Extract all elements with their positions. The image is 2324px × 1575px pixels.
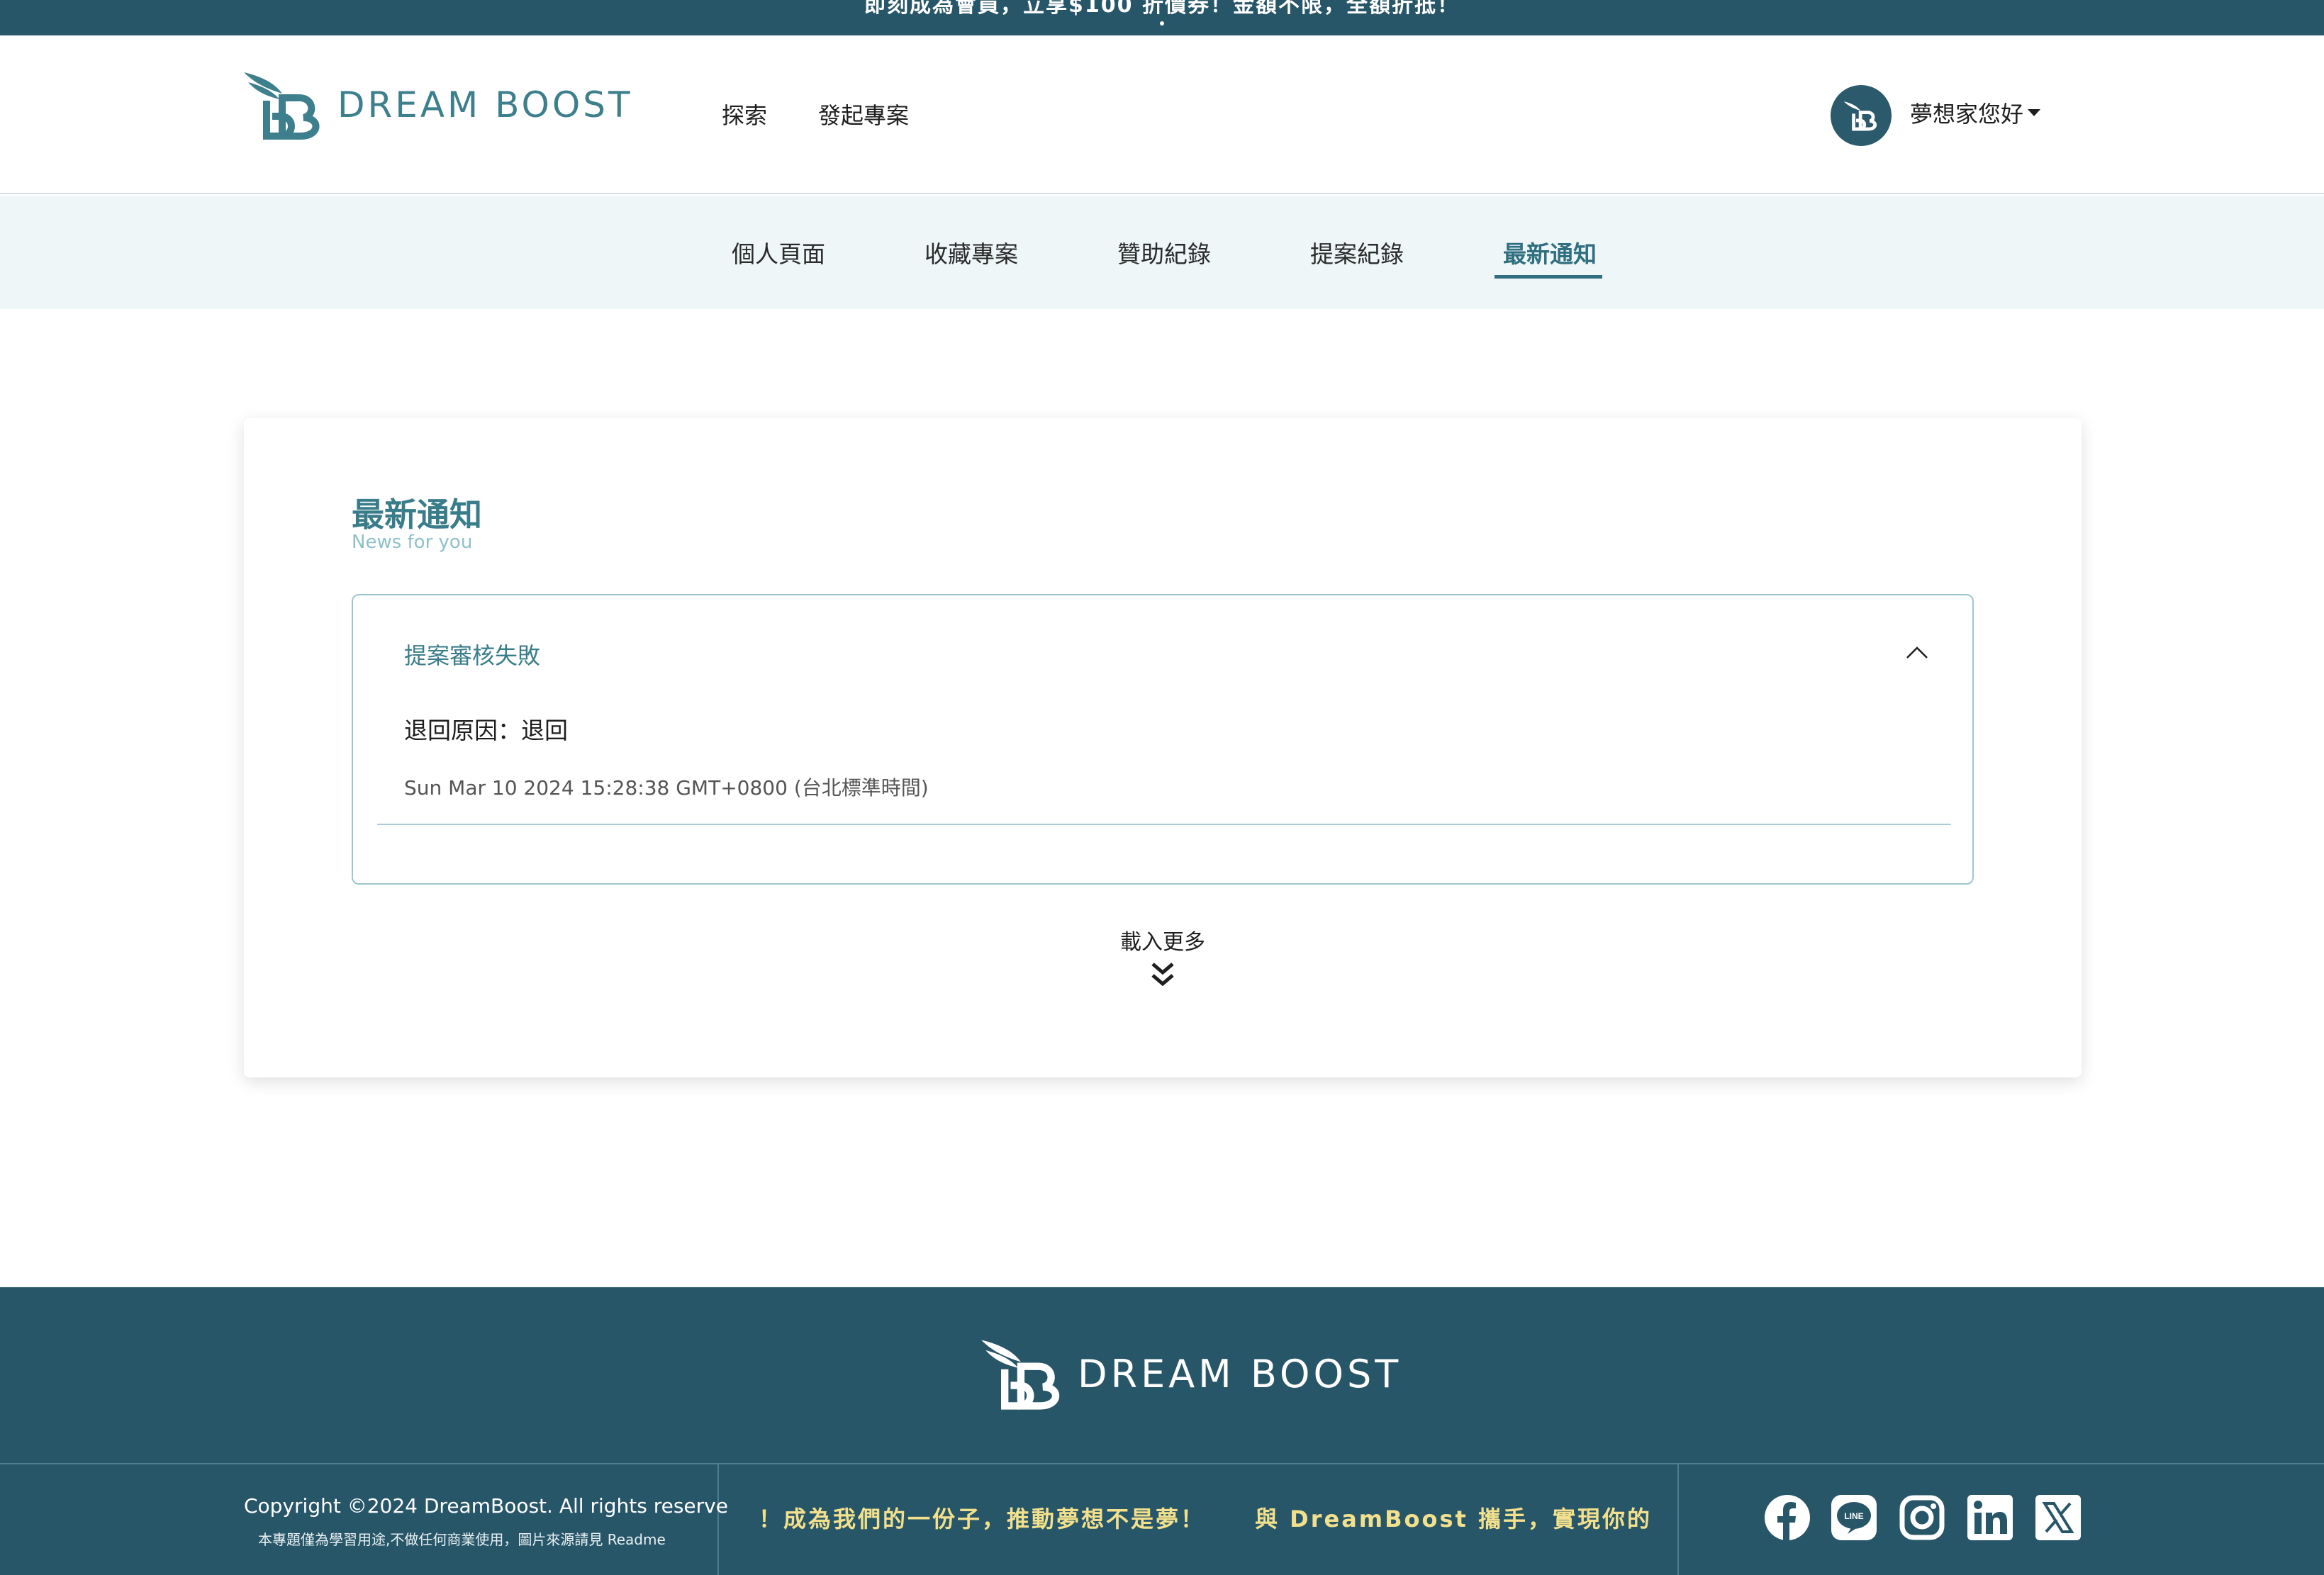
line-icon[interactable]: LINE xyxy=(1831,1494,1877,1541)
active-tab-indicator xyxy=(1495,275,1602,279)
page-title: 最新通知 xyxy=(352,495,482,534)
instagram-icon[interactable] xyxy=(1899,1494,1945,1541)
double-chevron-down-icon xyxy=(1151,963,1174,987)
page-subtitle: News for you xyxy=(352,532,473,553)
notification-divider xyxy=(377,824,1951,825)
announcement-dot xyxy=(1160,21,1164,26)
user-menu-dropdown[interactable]: 夢想家您好 xyxy=(1910,96,2041,129)
tab-favorites[interactable]: 收藏專案 xyxy=(924,235,1018,269)
member-tabs: 個人頁面 收藏專案 贊助紀錄 提案紀錄 最新通知 xyxy=(0,196,2324,309)
footer-marquee: ！成為我們的一份子，推動夢想不是夢！ 與 DreamBoost 攜手，實現你的 xyxy=(719,1464,1676,1575)
chevron-up-icon[interactable] xyxy=(1903,638,1931,666)
tab-profile[interactable]: 個人頁面 xyxy=(732,235,825,269)
notification-body: 退回原因：退回 xyxy=(404,717,568,744)
svg-text:LINE: LINE xyxy=(1844,1511,1863,1521)
announcement-banner: 即刻成為會員，立享$100 折價券！金額不限，全額折抵！ xyxy=(0,0,2324,35)
load-more-button[interactable]: 載入更多 xyxy=(1056,924,1269,988)
site-header: DREAM BOOST 探索 發起專案 夢想家您好 xyxy=(0,35,2324,194)
nav-launch-project-link[interactable]: 發起專案 xyxy=(818,98,909,130)
copyright-text: Copyright ©2024 DreamBoost. All rights r… xyxy=(244,1494,728,1518)
linkedin-icon[interactable] xyxy=(1967,1494,2013,1541)
notifications-card: 最新通知 News for you 提案審核失敗 退回原因：退回 Sun Mar… xyxy=(244,418,2082,1077)
logo-wordmark: DREAM BOOST xyxy=(337,84,633,125)
tab-sponsorships[interactable]: 贊助紀錄 xyxy=(1117,235,1211,269)
marquee-text: ！成為我們的一份子，推動夢想不是夢！ 與 DreamBoost 攜手，實現你的 xyxy=(759,1506,1652,1532)
notification-item: 提案審核失敗 退回原因：退回 Sun Mar 10 2024 15:28:38 … xyxy=(352,594,1974,885)
caret-down-icon xyxy=(2028,109,2041,116)
site-logo[interactable]: DREAM BOOST xyxy=(241,69,633,140)
announcement-text: 即刻成為會員，立享$100 折價券！金額不限，全額折抵！ xyxy=(864,0,1460,18)
load-more-label: 載入更多 xyxy=(1120,930,1205,955)
notification-timestamp: Sun Mar 10 2024 15:28:38 GMT+0800 (台北標準時… xyxy=(404,776,929,800)
facebook-icon[interactable] xyxy=(1764,1494,1811,1541)
notification-title[interactable]: 提案審核失敗 xyxy=(404,638,540,671)
tab-notifications[interactable]: 最新通知 xyxy=(1503,235,1597,269)
avatar[interactable] xyxy=(1831,85,1892,146)
disclaimer-text: 本專題僅為學習用途,不做任何商業使用，圖片來源請見 Readme xyxy=(258,1531,666,1548)
db-logo-icon xyxy=(244,72,320,140)
user-greeting: 夢想家您好 xyxy=(1910,101,2024,128)
nav-explore-link[interactable]: 探索 xyxy=(722,98,767,130)
avatar-logo-icon xyxy=(1843,101,1877,131)
tab-proposals[interactable]: 提案紀錄 xyxy=(1310,235,1404,269)
x-icon[interactable] xyxy=(2035,1494,2082,1541)
footer-column-divider xyxy=(1677,1464,1679,1575)
db-logo-icon xyxy=(981,1340,1060,1410)
footer-logo-wordmark: DREAM BOOST xyxy=(1078,1351,1402,1396)
footer-logo[interactable]: DREAM BOOST xyxy=(978,1337,1402,1411)
